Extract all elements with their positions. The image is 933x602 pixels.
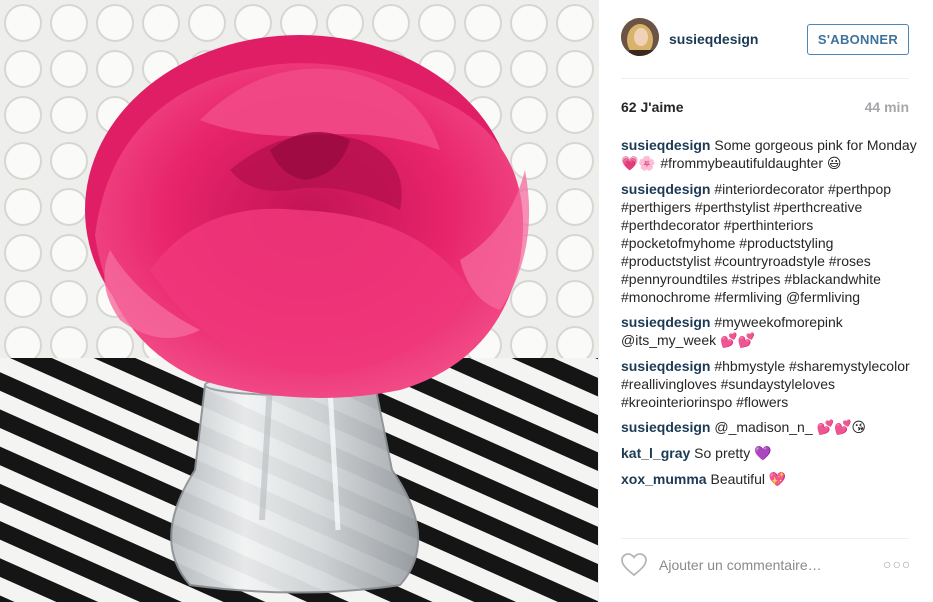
comment-emoji: 💕💕	[720, 333, 755, 349]
comment-hashtags[interactable]: #frommybeautifuldaughter	[660, 155, 827, 171]
comment-item: susieqdesign #interiordecorator #perthpo…	[621, 180, 917, 306]
comment-text: @_madison_n_	[714, 419, 817, 435]
post-username[interactable]: susieqdesign	[669, 31, 758, 47]
comment-author[interactable]: xox_mumma	[621, 471, 707, 487]
avatar-image	[621, 18, 659, 56]
comment-item: xox_mumma Beautiful 💖	[621, 470, 917, 489]
actions-divider	[621, 538, 909, 539]
post-header: susieqdesign S'ABONNER	[599, 0, 933, 78]
comment-emoji: 💗🌸	[621, 156, 661, 172]
comment-text: #interiordecorator #perthpop #perthigers…	[621, 181, 892, 305]
comment-text: Some gorgeous pink for Monday	[714, 137, 917, 153]
comment-author[interactable]: kat_l_gray	[621, 445, 690, 461]
post-details-panel: susieqdesign S'ABONNER 62 J'aime 44 min …	[598, 0, 933, 602]
comments-list[interactable]: susieqdesign Some gorgeous pink for Mond…	[621, 136, 917, 531]
comment-author[interactable]: susieqdesign	[621, 358, 710, 374]
comment-item: susieqdesign #hbmystyle #sharemystylecol…	[621, 357, 917, 411]
comment-emoji: 💜	[754, 446, 772, 462]
comment-item: susieqdesign @_madison_n_ 💕💕😘	[621, 418, 917, 437]
rose-vase-image	[0, 0, 598, 602]
post-time[interactable]: 44 min	[865, 99, 909, 115]
comment-author[interactable]: susieqdesign	[621, 137, 710, 153]
comment-author[interactable]: susieqdesign	[621, 181, 710, 197]
comment-input[interactable]	[659, 554, 869, 576]
like-button[interactable]	[621, 553, 647, 577]
likes-count[interactable]: 62 J'aime	[621, 99, 684, 115]
heart-icon	[621, 553, 647, 577]
avatar[interactable]	[621, 18, 659, 56]
comment-emoji: 💕💕😘	[816, 420, 866, 436]
header-divider	[621, 78, 909, 79]
comment-author[interactable]: susieqdesign	[621, 314, 710, 330]
follow-button[interactable]: S'ABONNER	[807, 24, 909, 55]
more-options-button[interactable]: ○○○	[883, 556, 910, 574]
comment-item: susieqdesign #myweekofmorepink @its_my_w…	[621, 313, 917, 350]
comment-text: So pretty	[694, 445, 755, 461]
comment-author[interactable]: susieqdesign	[621, 419, 710, 435]
comment-item: kat_l_gray So pretty 💜	[621, 444, 917, 463]
post-photo[interactable]	[0, 0, 598, 602]
comment-emoji: 💖	[768, 472, 787, 488]
comment-text: Beautiful	[710, 471, 769, 487]
comment-emoji: 😃	[826, 156, 842, 172]
comment-item: susieqdesign Some gorgeous pink for Mond…	[621, 136, 917, 173]
instagram-post-frame: susieqdesign S'ABONNER 62 J'aime 44 min …	[0, 0, 933, 602]
comments-fade	[621, 513, 917, 531]
